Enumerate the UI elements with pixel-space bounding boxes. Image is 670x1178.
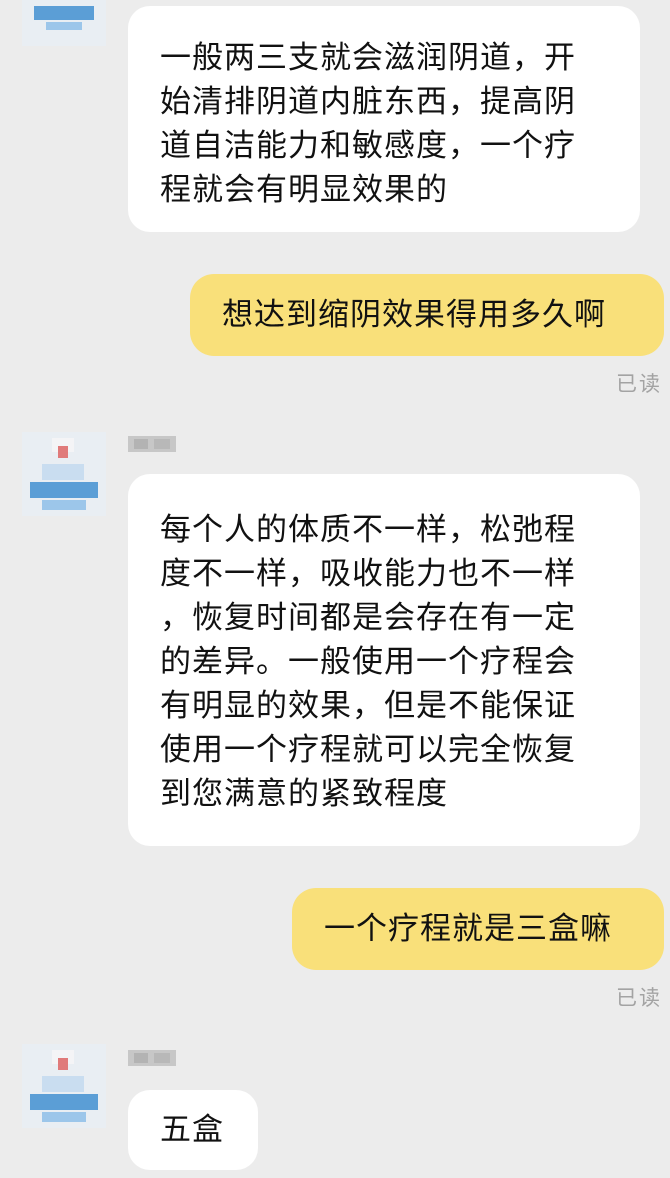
message-bubble-incoming[interactable]: 五盒 [128,1090,258,1170]
message-text-line: 的差异。一般使用一个疗程会 [160,644,576,680]
sender-avatar[interactable] [22,432,106,516]
sender-name-blurred [128,436,176,452]
message-text-line: 道自洁能力和敏感度，一个疗 [160,128,576,164]
message-bubble-incoming[interactable]: 一般两三支就会滋润阴道，开 始清排阴道内脏东西，提高阴 道自洁能力和敏感度，一个… [128,6,640,232]
message-bubble-incoming[interactable]: 每个人的体质不一样，松弛程 度不一样，吸收能力也不一样 ，恢复时间都是会存在有一… [128,474,640,846]
message-text-line: 每个人的体质不一样，松弛程 [160,512,576,548]
read-status: 已读 [616,372,662,396]
sender-avatar[interactable] [22,1044,106,1128]
message-text-line: 度不一样，吸收能力也不一样 [160,556,576,592]
message-text-line: 始清排阴道内脏东西，提高阴 [160,84,576,120]
sender-name-blurred [128,1050,176,1066]
sender-avatar[interactable] [22,0,106,46]
message-text: 想达到缩阴效果得用多久啊 [222,297,606,333]
message-text-line: 到您满意的紧致程度 [160,776,448,812]
message-bubble-outgoing[interactable]: 想达到缩阴效果得用多久啊 [190,274,664,356]
read-status: 已读 [616,986,662,1010]
message-text-line: 有明显的效果，但是不能保证 [160,688,576,724]
message-text-line: 使用一个疗程就可以完全恢复 [160,732,576,768]
message-text-line: 程就会有明显效果的 [160,172,448,208]
message-text: 一个疗程就是三盒嘛 [324,911,612,947]
message-bubble-outgoing[interactable]: 一个疗程就是三盒嘛 [292,888,664,970]
message-text: 五盒 [160,1112,224,1148]
message-text-line: ，恢复时间都是会存在有一定 [160,600,576,636]
message-text-line: 一般两三支就会滋润阴道，开 [160,40,576,76]
